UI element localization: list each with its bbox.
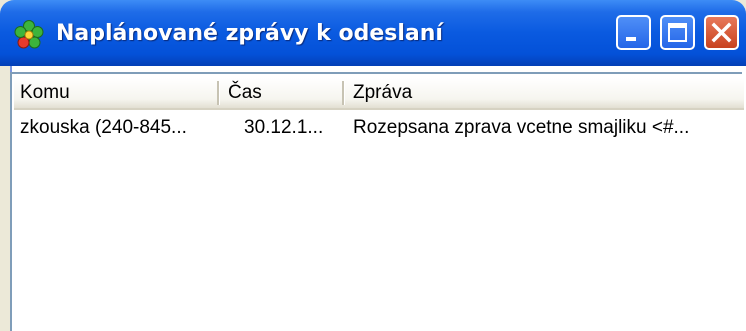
- cell-komu: zkouska (240-845...: [20, 117, 187, 138]
- close-icon: [711, 22, 732, 43]
- scheduled-messages-window: Naplánované zprávy k odeslaní Komu Čas Z…: [0, 0, 746, 331]
- close-button[interactable]: [704, 15, 739, 50]
- column-header-zprava[interactable]: Zpráva: [347, 78, 744, 108]
- list-header: Komu Čas Zpráva: [14, 78, 744, 110]
- cell-cas: 30.12.1...: [244, 117, 324, 138]
- column-divider[interactable]: [342, 81, 345, 105]
- cell-zprava: Rozepsana zprava vcetne smajliku <#...: [353, 117, 690, 138]
- maximize-icon: [668, 23, 687, 42]
- minimize-button[interactable]: [616, 15, 651, 50]
- icq-flower-icon: [14, 20, 44, 49]
- window-title: Naplánované zprávy k odeslaní: [56, 21, 443, 46]
- minimize-icon: [626, 37, 636, 41]
- column-divider[interactable]: [217, 81, 220, 105]
- column-header-komu[interactable]: Komu: [14, 78, 218, 108]
- table-row[interactable]: zkouska (240-845... 30.12.1... Rozepsana…: [14, 112, 744, 144]
- message-list[interactable]: [10, 72, 742, 331]
- column-header-cas[interactable]: Čas: [222, 78, 344, 108]
- maximize-button[interactable]: [660, 15, 695, 50]
- title-bar[interactable]: Naplánované zprávy k odeslaní: [0, 0, 746, 66]
